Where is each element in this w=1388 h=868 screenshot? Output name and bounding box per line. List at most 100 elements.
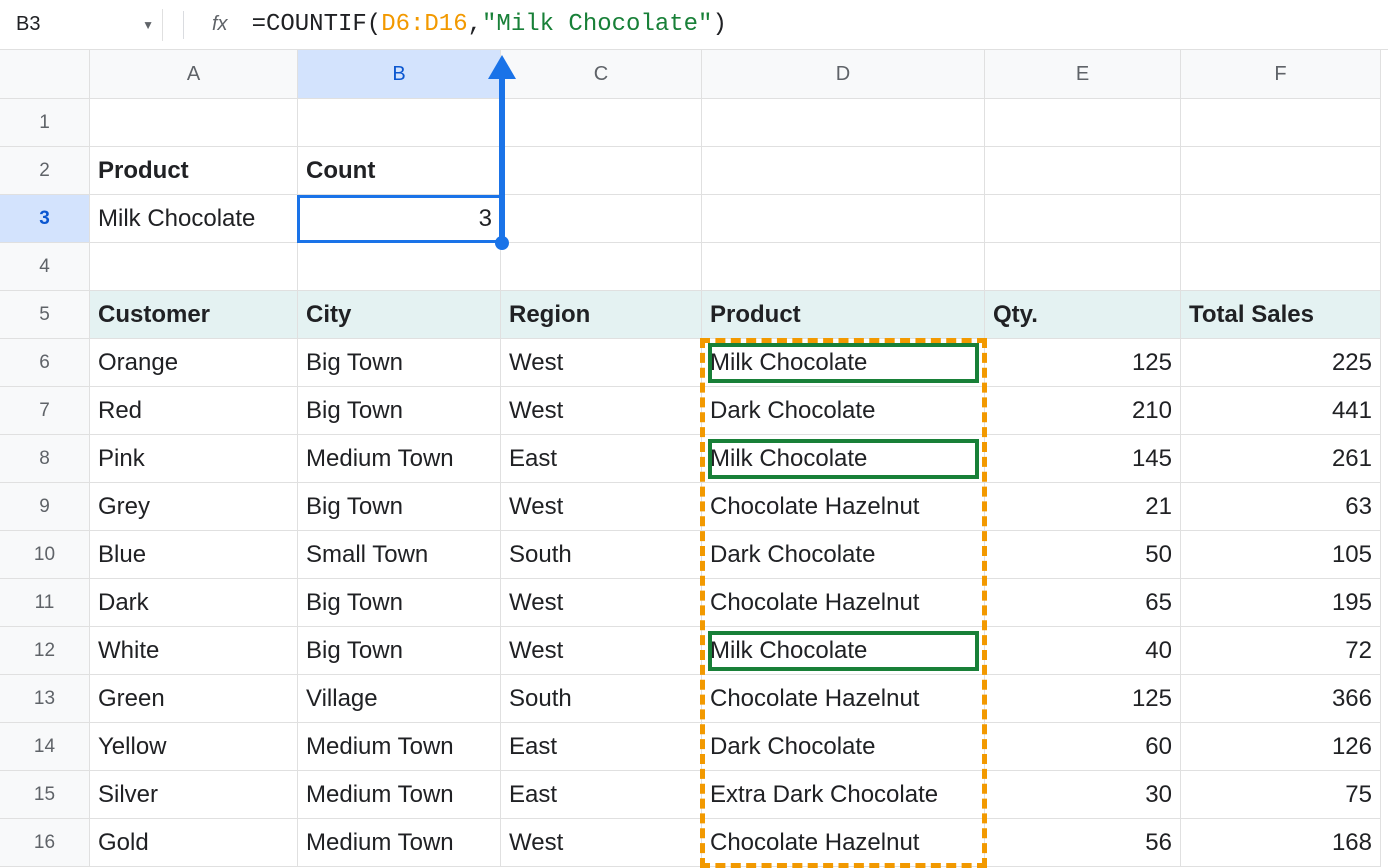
- cell-C13[interactable]: South: [501, 675, 702, 723]
- cell-F2[interactable]: [1181, 147, 1381, 195]
- row-header-3[interactable]: 3: [0, 195, 90, 243]
- col-header-A[interactable]: A: [90, 50, 298, 99]
- cell-D2[interactable]: [702, 147, 985, 195]
- row-header-10[interactable]: 10: [0, 531, 90, 579]
- cell-E14[interactable]: 60: [985, 723, 1181, 771]
- col-header-D[interactable]: D: [702, 50, 985, 99]
- cell-A14[interactable]: Yellow: [90, 723, 298, 771]
- cell-B13[interactable]: Village: [298, 675, 501, 723]
- cell-D8[interactable]: Milk Chocolate: [702, 435, 985, 483]
- cell-F6[interactable]: 225: [1181, 339, 1381, 387]
- cell-E4[interactable]: [985, 243, 1181, 291]
- cell-E15[interactable]: 30: [985, 771, 1181, 819]
- cell-C3[interactable]: [501, 195, 702, 243]
- cell-C11[interactable]: West: [501, 579, 702, 627]
- cell-A16[interactable]: Gold: [90, 819, 298, 867]
- cell-A15[interactable]: Silver: [90, 771, 298, 819]
- name-box[interactable]: B3 ▼: [8, 9, 163, 41]
- cell-B8[interactable]: Medium Town: [298, 435, 501, 483]
- cell-C14[interactable]: East: [501, 723, 702, 771]
- cell-A5[interactable]: Customer: [90, 291, 298, 339]
- cell-E3[interactable]: [985, 195, 1181, 243]
- cell-A13[interactable]: Green: [90, 675, 298, 723]
- cell-E10[interactable]: 50: [985, 531, 1181, 579]
- cell-F4[interactable]: [1181, 243, 1381, 291]
- row-header-11[interactable]: 11: [0, 579, 90, 627]
- cell-A10[interactable]: Blue: [90, 531, 298, 579]
- select-all-corner[interactable]: [0, 50, 90, 99]
- cell-E1[interactable]: [985, 99, 1181, 147]
- cell-B12[interactable]: Big Town: [298, 627, 501, 675]
- cell-C4[interactable]: [501, 243, 702, 291]
- col-header-E[interactable]: E: [985, 50, 1181, 99]
- cell-A7[interactable]: Red: [90, 387, 298, 435]
- cell-B6[interactable]: Big Town: [298, 339, 501, 387]
- cell-D3[interactable]: [702, 195, 985, 243]
- cell-D14[interactable]: Dark Chocolate: [702, 723, 985, 771]
- cell-E8[interactable]: 145: [985, 435, 1181, 483]
- cell-C10[interactable]: South: [501, 531, 702, 579]
- cell-D1[interactable]: [702, 99, 985, 147]
- cell-D9[interactable]: Chocolate Hazelnut: [702, 483, 985, 531]
- cell-B14[interactable]: Medium Town: [298, 723, 501, 771]
- cell-B1[interactable]: [298, 99, 501, 147]
- cell-E9[interactable]: 21: [985, 483, 1181, 531]
- cell-B5[interactable]: City: [298, 291, 501, 339]
- cell-D12[interactable]: Milk Chocolate: [702, 627, 985, 675]
- row-header-8[interactable]: 8: [0, 435, 90, 483]
- cell-F1[interactable]: [1181, 99, 1381, 147]
- cell-C1[interactable]: [501, 99, 702, 147]
- cell-F11[interactable]: 195: [1181, 579, 1381, 627]
- cell-E11[interactable]: 65: [985, 579, 1181, 627]
- cell-C2[interactable]: [501, 147, 702, 195]
- col-header-F[interactable]: F: [1181, 50, 1381, 99]
- cell-F12[interactable]: 72: [1181, 627, 1381, 675]
- cell-B4[interactable]: [298, 243, 501, 291]
- row-header-2[interactable]: 2: [0, 147, 90, 195]
- cell-D4[interactable]: [702, 243, 985, 291]
- cell-E5[interactable]: Qty.: [985, 291, 1181, 339]
- cell-A12[interactable]: White: [90, 627, 298, 675]
- cell-A2[interactable]: Product: [90, 147, 298, 195]
- cell-A1[interactable]: [90, 99, 298, 147]
- cell-B11[interactable]: Big Town: [298, 579, 501, 627]
- cell-A6[interactable]: Orange: [90, 339, 298, 387]
- formula-input[interactable]: =COUNTIF(D6:D16,"Milk Chocolate"): [244, 11, 1380, 38]
- cell-C8[interactable]: East: [501, 435, 702, 483]
- cell-B15[interactable]: Medium Town: [298, 771, 501, 819]
- row-header-7[interactable]: 7: [0, 387, 90, 435]
- cell-B3[interactable]: 3: [298, 195, 501, 243]
- cell-F15[interactable]: 75: [1181, 771, 1381, 819]
- row-header-1[interactable]: 1: [0, 99, 90, 147]
- cell-D7[interactable]: Dark Chocolate: [702, 387, 985, 435]
- cell-B7[interactable]: Big Town: [298, 387, 501, 435]
- cell-B2[interactable]: Count: [298, 147, 501, 195]
- cell-B10[interactable]: Small Town: [298, 531, 501, 579]
- cell-D6[interactable]: Milk Chocolate: [702, 339, 985, 387]
- cell-A8[interactable]: Pink: [90, 435, 298, 483]
- cell-C6[interactable]: West: [501, 339, 702, 387]
- cell-A9[interactable]: Grey: [90, 483, 298, 531]
- col-header-B[interactable]: B: [298, 50, 501, 99]
- cell-C7[interactable]: West: [501, 387, 702, 435]
- cell-C16[interactable]: West: [501, 819, 702, 867]
- cell-E2[interactable]: [985, 147, 1181, 195]
- cell-E13[interactable]: 125: [985, 675, 1181, 723]
- cell-F10[interactable]: 105: [1181, 531, 1381, 579]
- cell-A3[interactable]: Milk Chocolate: [90, 195, 298, 243]
- row-header-14[interactable]: 14: [0, 723, 90, 771]
- cell-E6[interactable]: 125: [985, 339, 1181, 387]
- cell-D16[interactable]: Chocolate Hazelnut: [702, 819, 985, 867]
- cell-A4[interactable]: [90, 243, 298, 291]
- cell-C5[interactable]: Region: [501, 291, 702, 339]
- row-header-4[interactable]: 4: [0, 243, 90, 291]
- cell-C12[interactable]: West: [501, 627, 702, 675]
- cell-D15[interactable]: Extra Dark Chocolate: [702, 771, 985, 819]
- cell-B16[interactable]: Medium Town: [298, 819, 501, 867]
- cell-F14[interactable]: 126: [1181, 723, 1381, 771]
- cell-D11[interactable]: Chocolate Hazelnut: [702, 579, 985, 627]
- cell-E7[interactable]: 210: [985, 387, 1181, 435]
- cell-F5[interactable]: Total Sales: [1181, 291, 1381, 339]
- row-header-16[interactable]: 16: [0, 819, 90, 867]
- cell-F16[interactable]: 168: [1181, 819, 1381, 867]
